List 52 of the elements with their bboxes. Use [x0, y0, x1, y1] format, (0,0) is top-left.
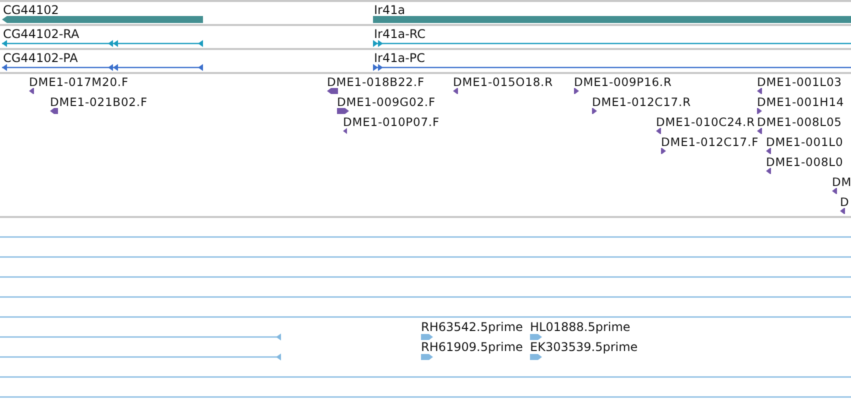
clone-marker[interactable]: [327, 88, 338, 94]
clone-label: D: [840, 195, 850, 209]
clone-label: DME1-018B22.F: [327, 75, 424, 89]
clone-marker[interactable]: [453, 88, 458, 94]
clone-marker[interactable]: [661, 148, 666, 154]
clone-marker[interactable]: [766, 168, 771, 174]
transcript-label: CG44102-PA: [3, 51, 78, 65]
clone-label: DME1-008L0: [766, 155, 844, 169]
clone-label: DM: [832, 175, 851, 189]
clone-label: DME1-009P16.R: [574, 75, 672, 89]
transcript-line[interactable]: [373, 64, 851, 71]
gene-label: CG44102: [3, 3, 59, 17]
est-label: RH61909.5prime: [421, 340, 523, 354]
clone-marker[interactable]: [656, 128, 661, 134]
clone-marker[interactable]: [337, 108, 349, 114]
clone-marker[interactable]: [343, 128, 347, 134]
clone-label: DME1-012C17.F: [661, 135, 759, 149]
transcript-label: Ir41a-PC: [374, 51, 426, 65]
clone-label: DME1-015O18.R: [453, 75, 553, 89]
gene-label: Ir41a: [374, 3, 406, 17]
est-marker[interactable]: [421, 354, 433, 360]
est-label: HL01888.5prime: [530, 320, 630, 334]
clone-marker[interactable]: [766, 148, 771, 154]
transcript-line[interactable]: [373, 40, 851, 47]
clone-label: DME1-010C24.R: [656, 115, 755, 129]
clone-label: DME1-021B02.F: [50, 95, 148, 109]
est-marker[interactable]: [530, 334, 542, 340]
transcript-line[interactable]: [2, 64, 203, 71]
clone-marker[interactable]: [840, 208, 845, 214]
clone-label: DME1-017M20.F: [29, 75, 128, 89]
clone-label: DME1-001L03: [757, 75, 842, 89]
transcript-line[interactable]: [2, 40, 203, 47]
clone-marker[interactable]: [757, 108, 762, 114]
clone-marker[interactable]: [592, 108, 597, 114]
est-marker[interactable]: [421, 334, 433, 340]
clone-marker[interactable]: [50, 108, 58, 114]
clone-label: DME1-001H14: [757, 95, 844, 109]
clone-label: DME1-001L0: [766, 135, 844, 149]
est-label: EK303539.5prime: [530, 340, 638, 354]
clone-marker[interactable]: [29, 88, 34, 94]
clone-label: DME1-008L05: [757, 115, 842, 129]
est-marker[interactable]: [530, 354, 542, 360]
clone-marker[interactable]: [832, 188, 837, 194]
transcript-label: CG44102-RA: [3, 27, 80, 41]
clone-label: DME1-010P07.F: [343, 115, 440, 129]
transcript-label: Ir41a-RC: [374, 27, 426, 41]
clone-marker[interactable]: [757, 128, 762, 134]
clone-label: DME1-009G02.F: [337, 95, 436, 109]
clone-marker[interactable]: [574, 88, 579, 94]
clone-label: DME1-012C17.R: [592, 95, 691, 109]
est-label: RH63542.5prime: [421, 320, 523, 334]
clone-marker[interactable]: [757, 88, 762, 94]
